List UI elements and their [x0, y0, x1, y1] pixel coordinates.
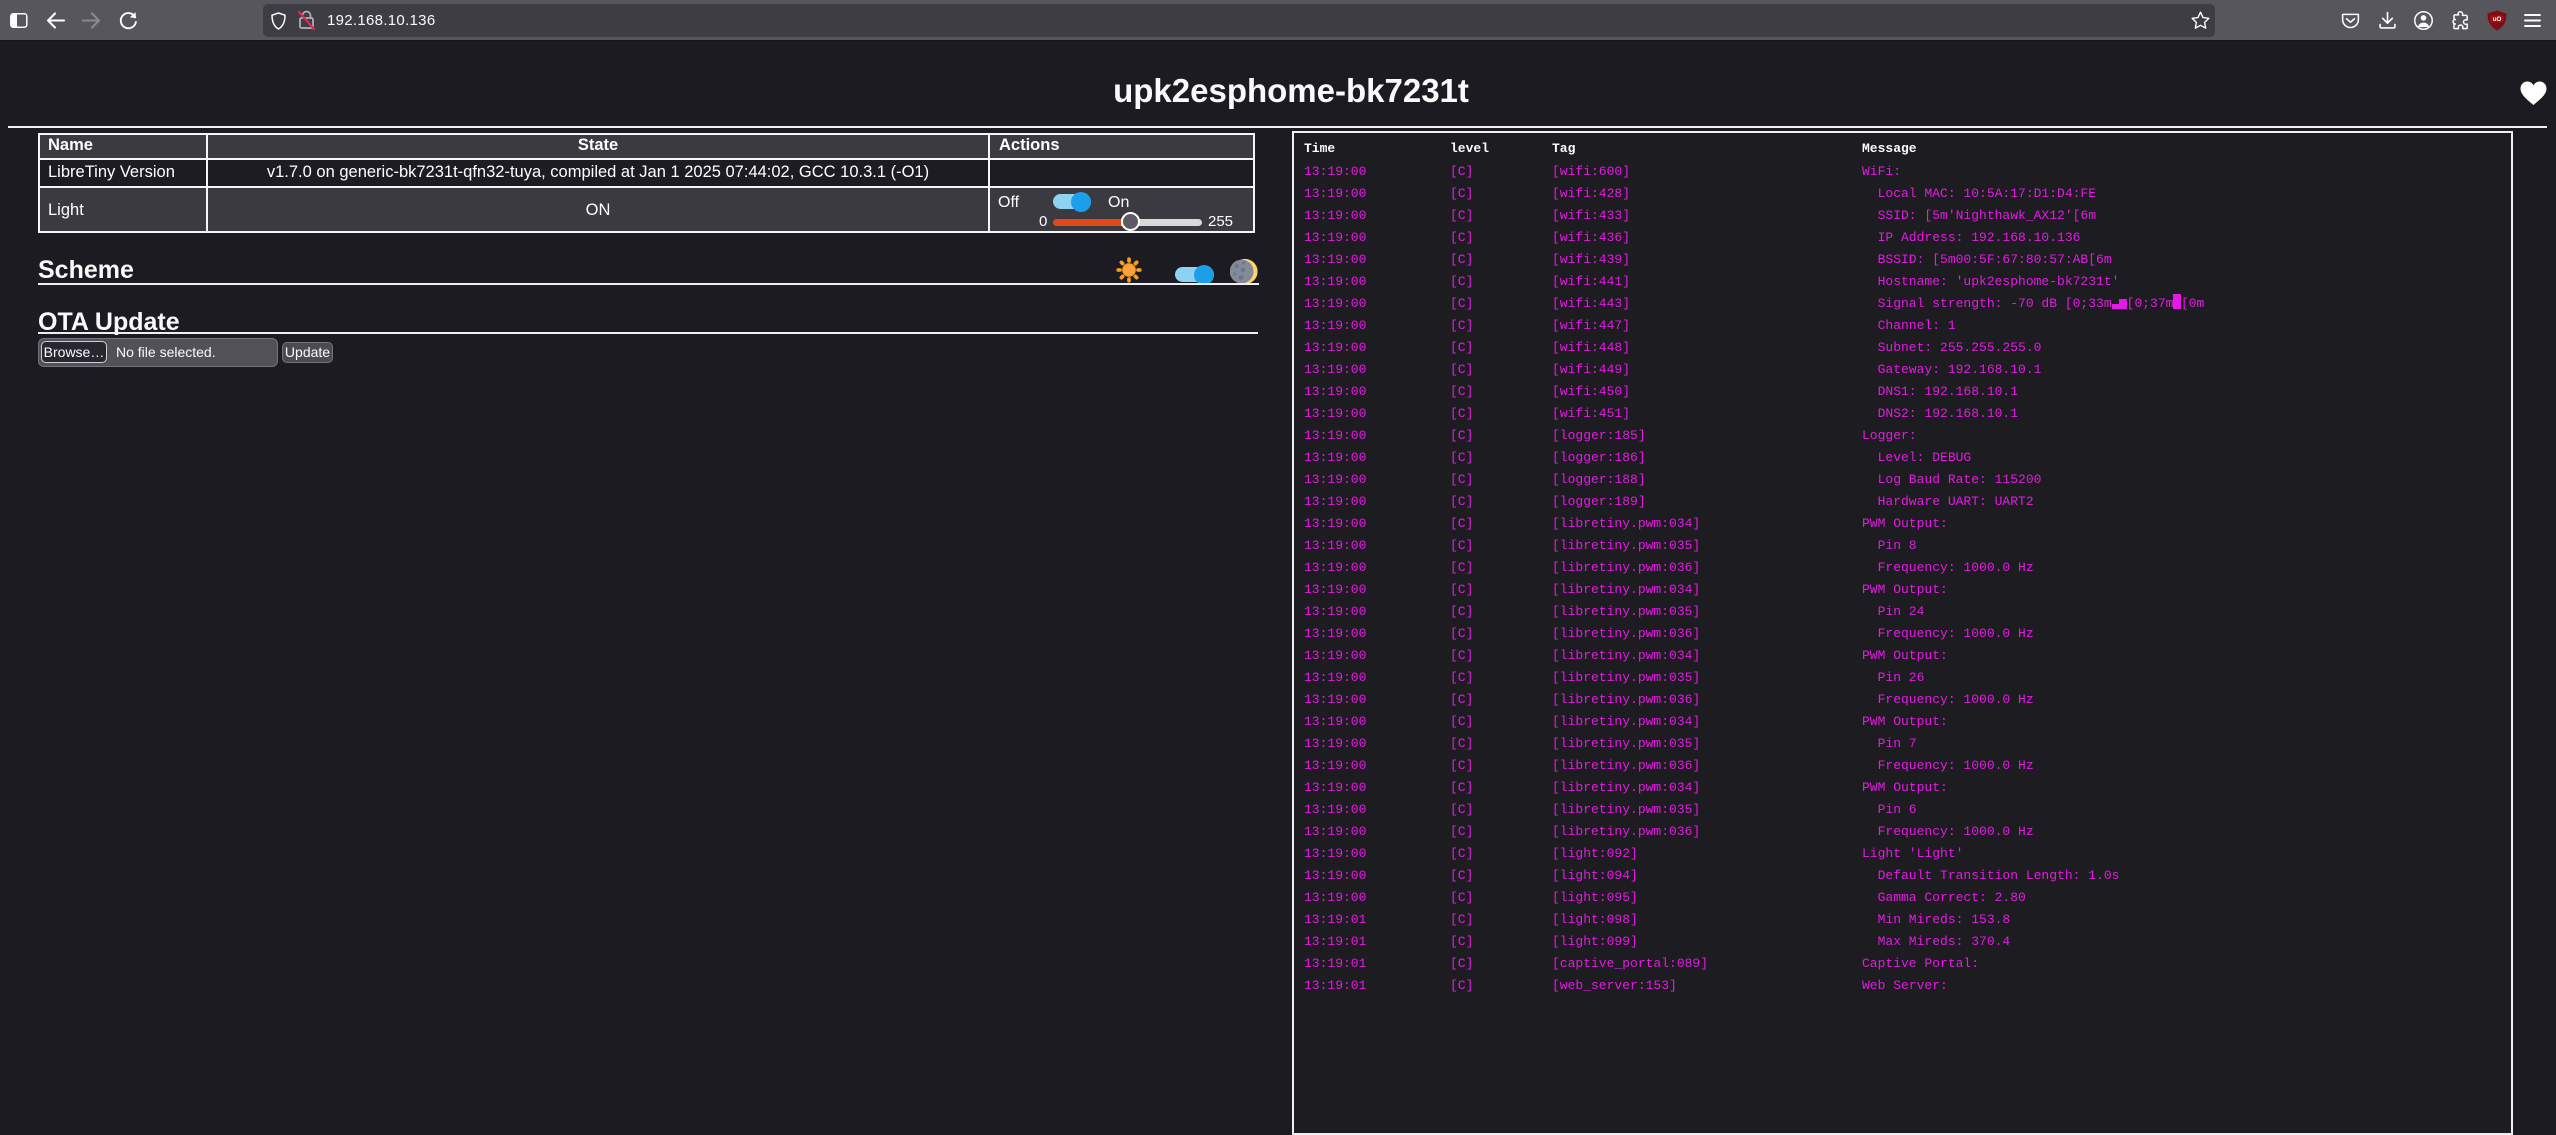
svg-text:uO: uO [2493, 16, 2502, 23]
